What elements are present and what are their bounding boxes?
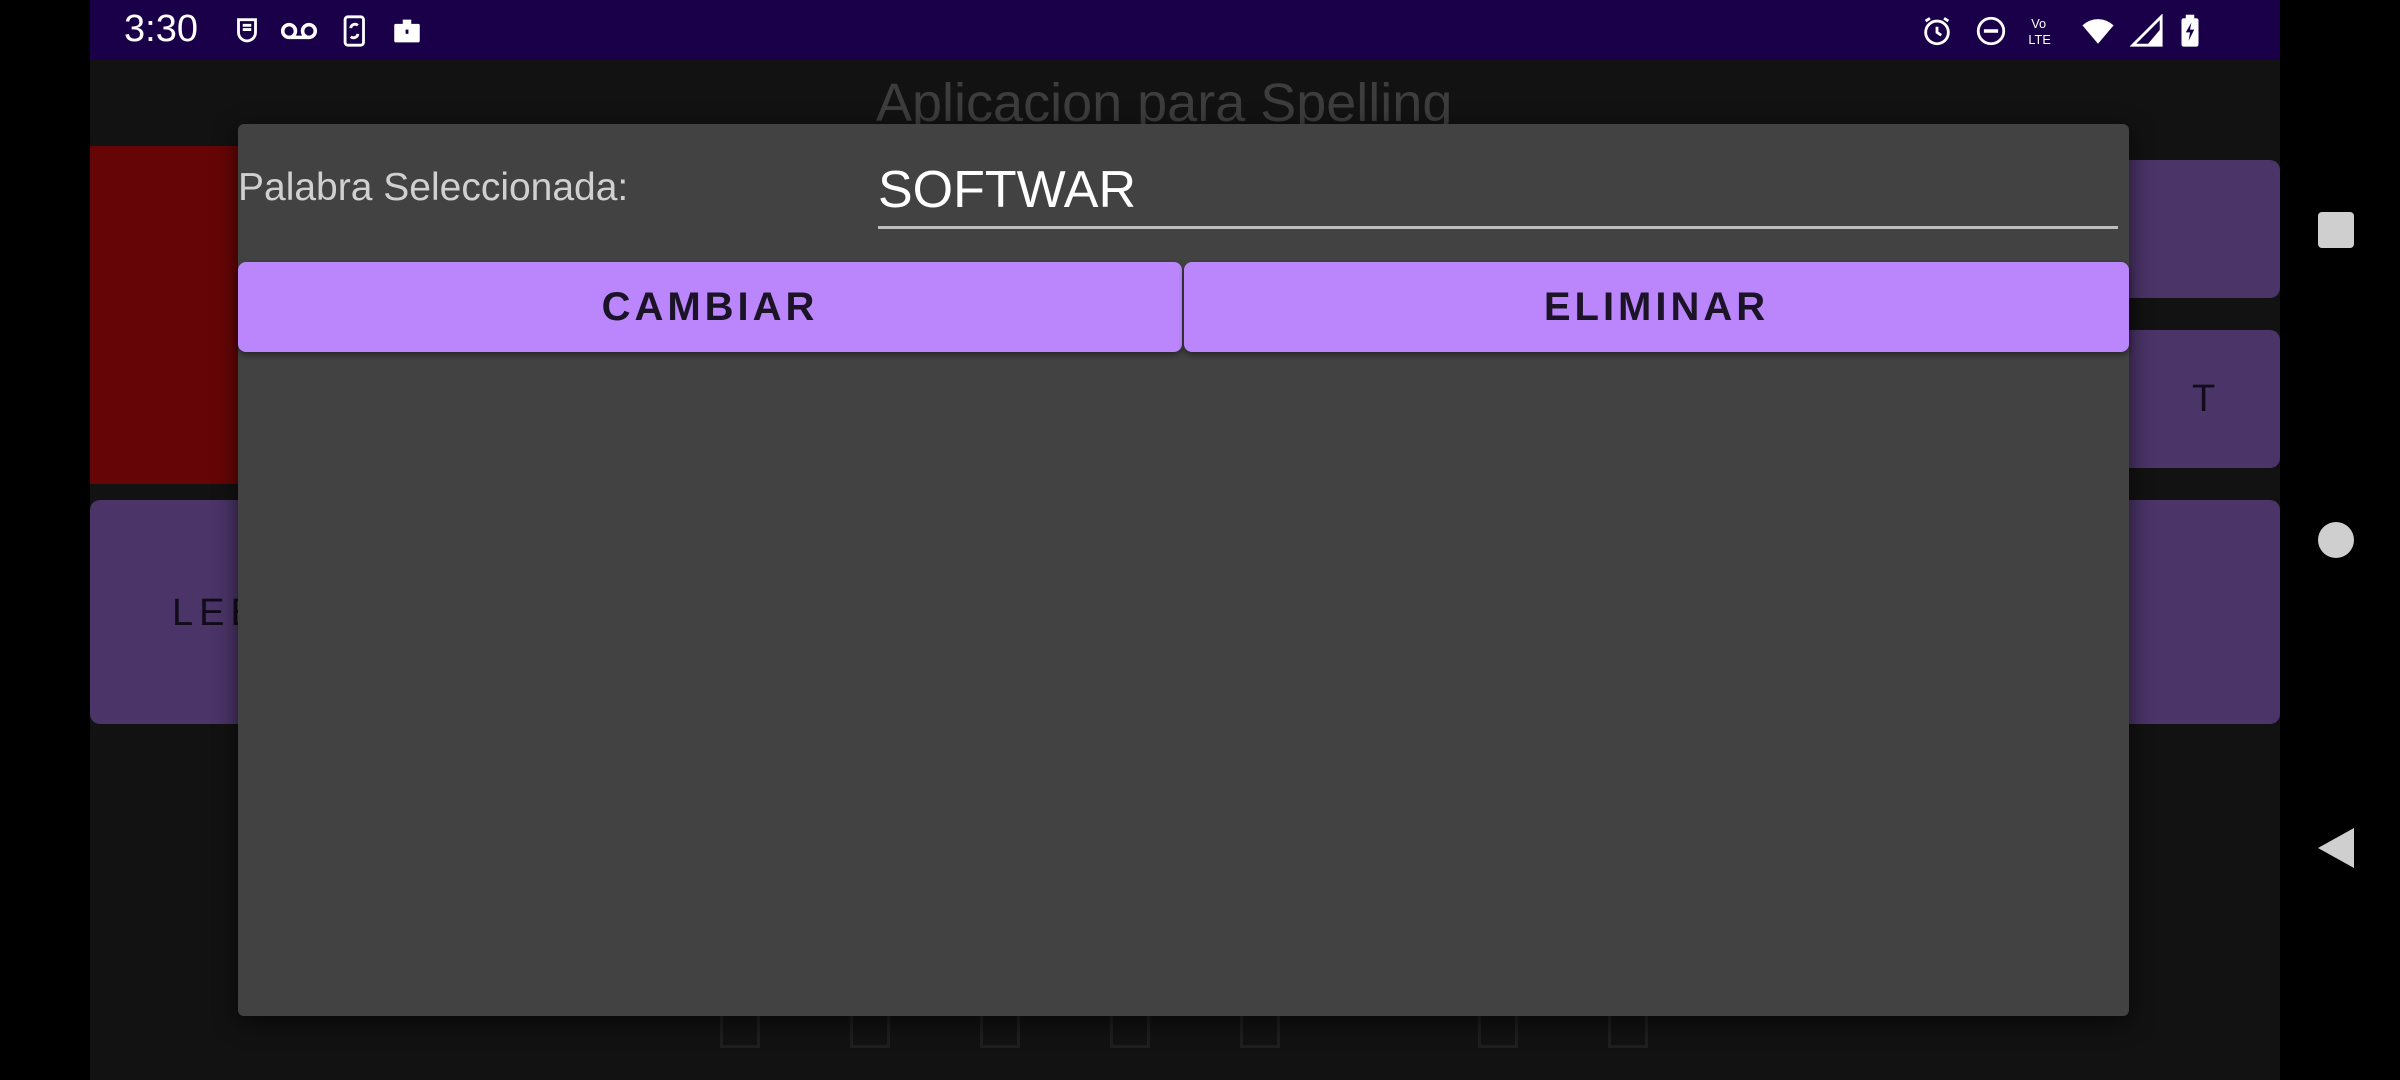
do-not-disturb-icon (1974, 14, 2008, 48)
change-button[interactable]: CAMBIAR (238, 262, 1182, 352)
volte-icon: Vo LTE (2026, 14, 2062, 48)
battery-charging-icon (2176, 14, 2204, 48)
volte-text-bottom: LTE (2028, 32, 2050, 47)
work-briefcase-icon (390, 14, 424, 48)
selected-word-input[interactable] (878, 154, 2118, 229)
back-triangle-icon[interactable] (2316, 826, 2356, 870)
app-screen: 3:30 Vo LTE Aplicacion para Spelling T L… (90, 0, 2280, 1080)
selected-word-label: Palabra Seleccionada: (238, 166, 629, 209)
recents-square-icon[interactable] (2316, 210, 2356, 250)
status-time: 3:30 (124, 8, 198, 50)
volte-text-top: Vo (2031, 16, 2046, 31)
voicemail-icon (278, 14, 320, 48)
status-bar: 3:30 Vo LTE (90, 0, 2280, 60)
delete-button[interactable]: ELIMINAR (1184, 262, 2129, 352)
phone-sync-icon (338, 14, 372, 48)
wifi-icon (2078, 14, 2118, 48)
alarm-icon (1920, 14, 1954, 48)
edit-word-dialog: Palabra Seleccionada: CAMBIAR ELIMINAR (238, 124, 2129, 1016)
home-circle-icon[interactable] (2316, 520, 2356, 560)
cell-signal-icon (2129, 13, 2164, 48)
assistant-icon (230, 14, 264, 48)
